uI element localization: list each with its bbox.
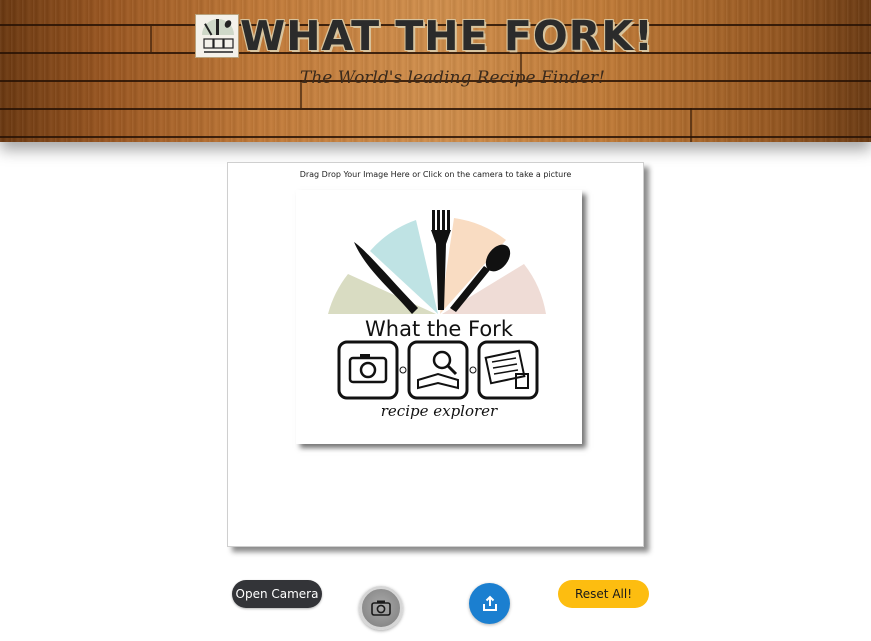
what-the-fork-logo-image: What the Fork recipe explorer xyxy=(328,210,546,420)
wood-seam xyxy=(150,26,152,52)
brand-logo-icon[interactable] xyxy=(195,14,239,58)
image-preview: What the Fork recipe explorer xyxy=(296,190,582,444)
open-camera-button[interactable]: Open Camera xyxy=(232,580,322,608)
capture-photo-button[interactable] xyxy=(359,586,403,630)
site-tagline: The World's leading Recipe Finder! xyxy=(300,68,605,88)
share-icon xyxy=(482,595,497,611)
image-drop-zone[interactable]: Drag Drop Your Image Here or Click on th… xyxy=(227,162,644,547)
header-banner: WHAT THE FORK! The World's leading Recip… xyxy=(0,0,871,142)
preview-brand-subtitle: recipe explorer xyxy=(381,402,498,420)
reset-all-button[interactable]: Reset All! xyxy=(558,580,649,608)
site-title: WHAT THE FORK! xyxy=(240,12,654,60)
preview-brand-name: What the Fork xyxy=(365,317,514,341)
share-button[interactable] xyxy=(469,583,510,624)
camera-icon xyxy=(371,600,391,616)
drop-zone-hint: Drag Drop Your Image Here or Click on th… xyxy=(299,170,572,179)
wood-seam xyxy=(690,108,692,142)
